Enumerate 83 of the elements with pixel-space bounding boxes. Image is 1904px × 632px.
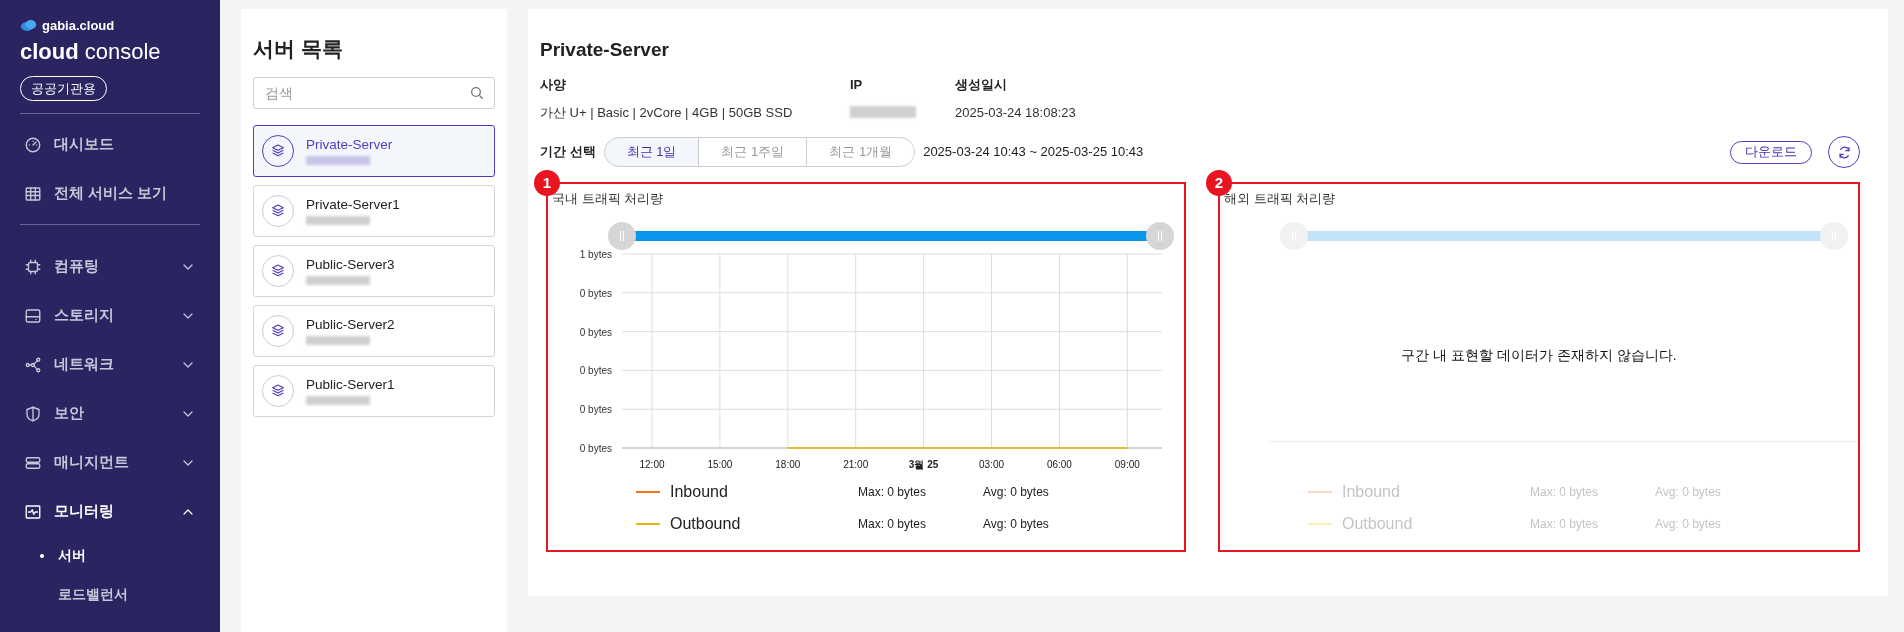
y-axis-label: 0 bytes	[579, 287, 612, 299]
server-name: Private-Server	[306, 137, 393, 153]
spec-value: 가산 U+ | Basic | 2vCore | 4GB | 50GB SSD	[540, 103, 794, 122]
search-field[interactable]: 검색	[253, 77, 495, 109]
spec-value: 2025-03-24 18:08:23	[955, 103, 1077, 122]
period-tab[interactable]: 최근 1일	[603, 137, 700, 167]
range-slider[interactable]	[1280, 222, 1848, 250]
sidebar-item[interactable]: 대시보드	[20, 120, 200, 169]
server-item[interactable]: Private-Server	[253, 125, 495, 177]
y-axis-label: 0 bytes	[579, 365, 612, 377]
range-slider[interactable]	[608, 222, 1174, 250]
empty-message: 구간 내 표현할 데이터가 존재하지 않습니다.	[1401, 346, 1677, 365]
sidebar-group[interactable]: 스토리지	[20, 291, 200, 340]
spec-label: 사양	[540, 76, 567, 94]
y-axis-label: 0 bytes	[579, 404, 612, 416]
blurred-ip	[306, 156, 370, 165]
blurred-ip	[306, 396, 370, 405]
server-name: Public-Server3	[306, 257, 395, 273]
network-icon	[24, 355, 42, 374]
legend-max: Max: 0 bytes	[1530, 484, 1600, 501]
legend-label: Outbound	[1342, 514, 1413, 534]
blurred-ip	[306, 336, 370, 345]
grid-icon	[24, 184, 42, 203]
slider-handle[interactable]	[1146, 222, 1174, 250]
cloud-logo-icon	[20, 19, 38, 33]
y-axis-label: 0 bytes	[579, 326, 612, 338]
blurred-ip	[306, 276, 370, 285]
legend-avg: Avg: 0 bytes	[1655, 516, 1722, 533]
sidebar-group[interactable]: 매니지먼트	[20, 438, 200, 487]
monitor-pulse-icon	[24, 502, 42, 521]
drive-icon	[24, 306, 42, 325]
x-axis-label: 15:00	[707, 459, 733, 470]
slider-handle[interactable]	[1280, 222, 1308, 250]
legend-max: Max: 0 bytes	[858, 484, 928, 501]
legend-label: Inbound	[1342, 482, 1400, 502]
brand-name: gabia.cloud	[42, 17, 115, 35]
server-item[interactable]: Public-Server1	[253, 365, 495, 417]
x-axis-label: 21:00	[843, 459, 869, 470]
slider-handle[interactable]	[1820, 222, 1848, 250]
server-title: Private-Server	[540, 38, 670, 62]
x-axis-label: 12:00	[639, 459, 665, 470]
sidebar-subitem[interactable]: 로드밸런서	[20, 575, 200, 614]
server-item[interactable]: Private-Server1	[253, 185, 495, 237]
x-axis-label: 06:00	[1046, 459, 1072, 470]
y-axis-label: 0 bytes	[579, 443, 612, 454]
product-name-suffix: console	[84, 37, 161, 66]
panel-title: 서버 목록	[253, 36, 344, 62]
x-axis-label: 09:00	[1114, 459, 1140, 470]
server-name: Private-Server1	[306, 197, 400, 213]
slider-handle[interactable]	[608, 222, 636, 250]
legend-max: Max: 0 bytes	[1530, 516, 1600, 533]
gauge-icon	[24, 135, 42, 154]
sidebar-group[interactable]: 보안	[20, 389, 200, 438]
server-name: Public-Server2	[306, 317, 395, 333]
search-icon	[469, 85, 485, 101]
sidebar-group[interactable]: 네트워크	[20, 340, 200, 389]
spec-label: IP	[850, 76, 864, 94]
spec-label: 생성일시	[955, 76, 1008, 94]
legend-avg: Avg: 0 bytes	[983, 516, 1050, 533]
sidebar-item[interactable]: 전체 서비스 보기	[20, 169, 200, 218]
bullet-icon	[40, 553, 44, 558]
x-axis-label: 03:00	[979, 459, 1004, 470]
server-item[interactable]: Public-Server2	[253, 305, 495, 357]
y-axis-label: 1 bytes	[579, 250, 612, 260]
product-name: cloud	[20, 37, 79, 66]
legend-avg: Avg: 0 bytes	[983, 484, 1050, 501]
legend-avg: Avg: 0 bytes	[1655, 484, 1722, 501]
legend-label: Inbound	[670, 482, 728, 502]
legend-label: Outbound	[670, 514, 741, 534]
refresh-icon	[1836, 144, 1852, 160]
x-axis-label: 18:00	[775, 459, 801, 470]
x-axis-label: 3월 25	[908, 459, 939, 470]
sidebar-subitem[interactable]: 서버	[20, 536, 200, 575]
chip-icon	[24, 257, 42, 276]
shield-icon	[24, 404, 42, 423]
legend-max: Max: 0 bytes	[858, 516, 928, 533]
date-range: 2025-03-24 10:43 ~ 2025-03-25 10:43	[923, 143, 1144, 162]
server-item[interactable]: Public-Server3	[253, 245, 495, 297]
blurred-ip	[306, 216, 370, 225]
sidebar-group[interactable]: 모니터링	[20, 487, 200, 536]
sidebar-group[interactable]: 컴퓨팅	[20, 242, 200, 291]
period-label: 기간 선택	[540, 143, 596, 162]
server-name: Public-Server1	[306, 377, 395, 393]
